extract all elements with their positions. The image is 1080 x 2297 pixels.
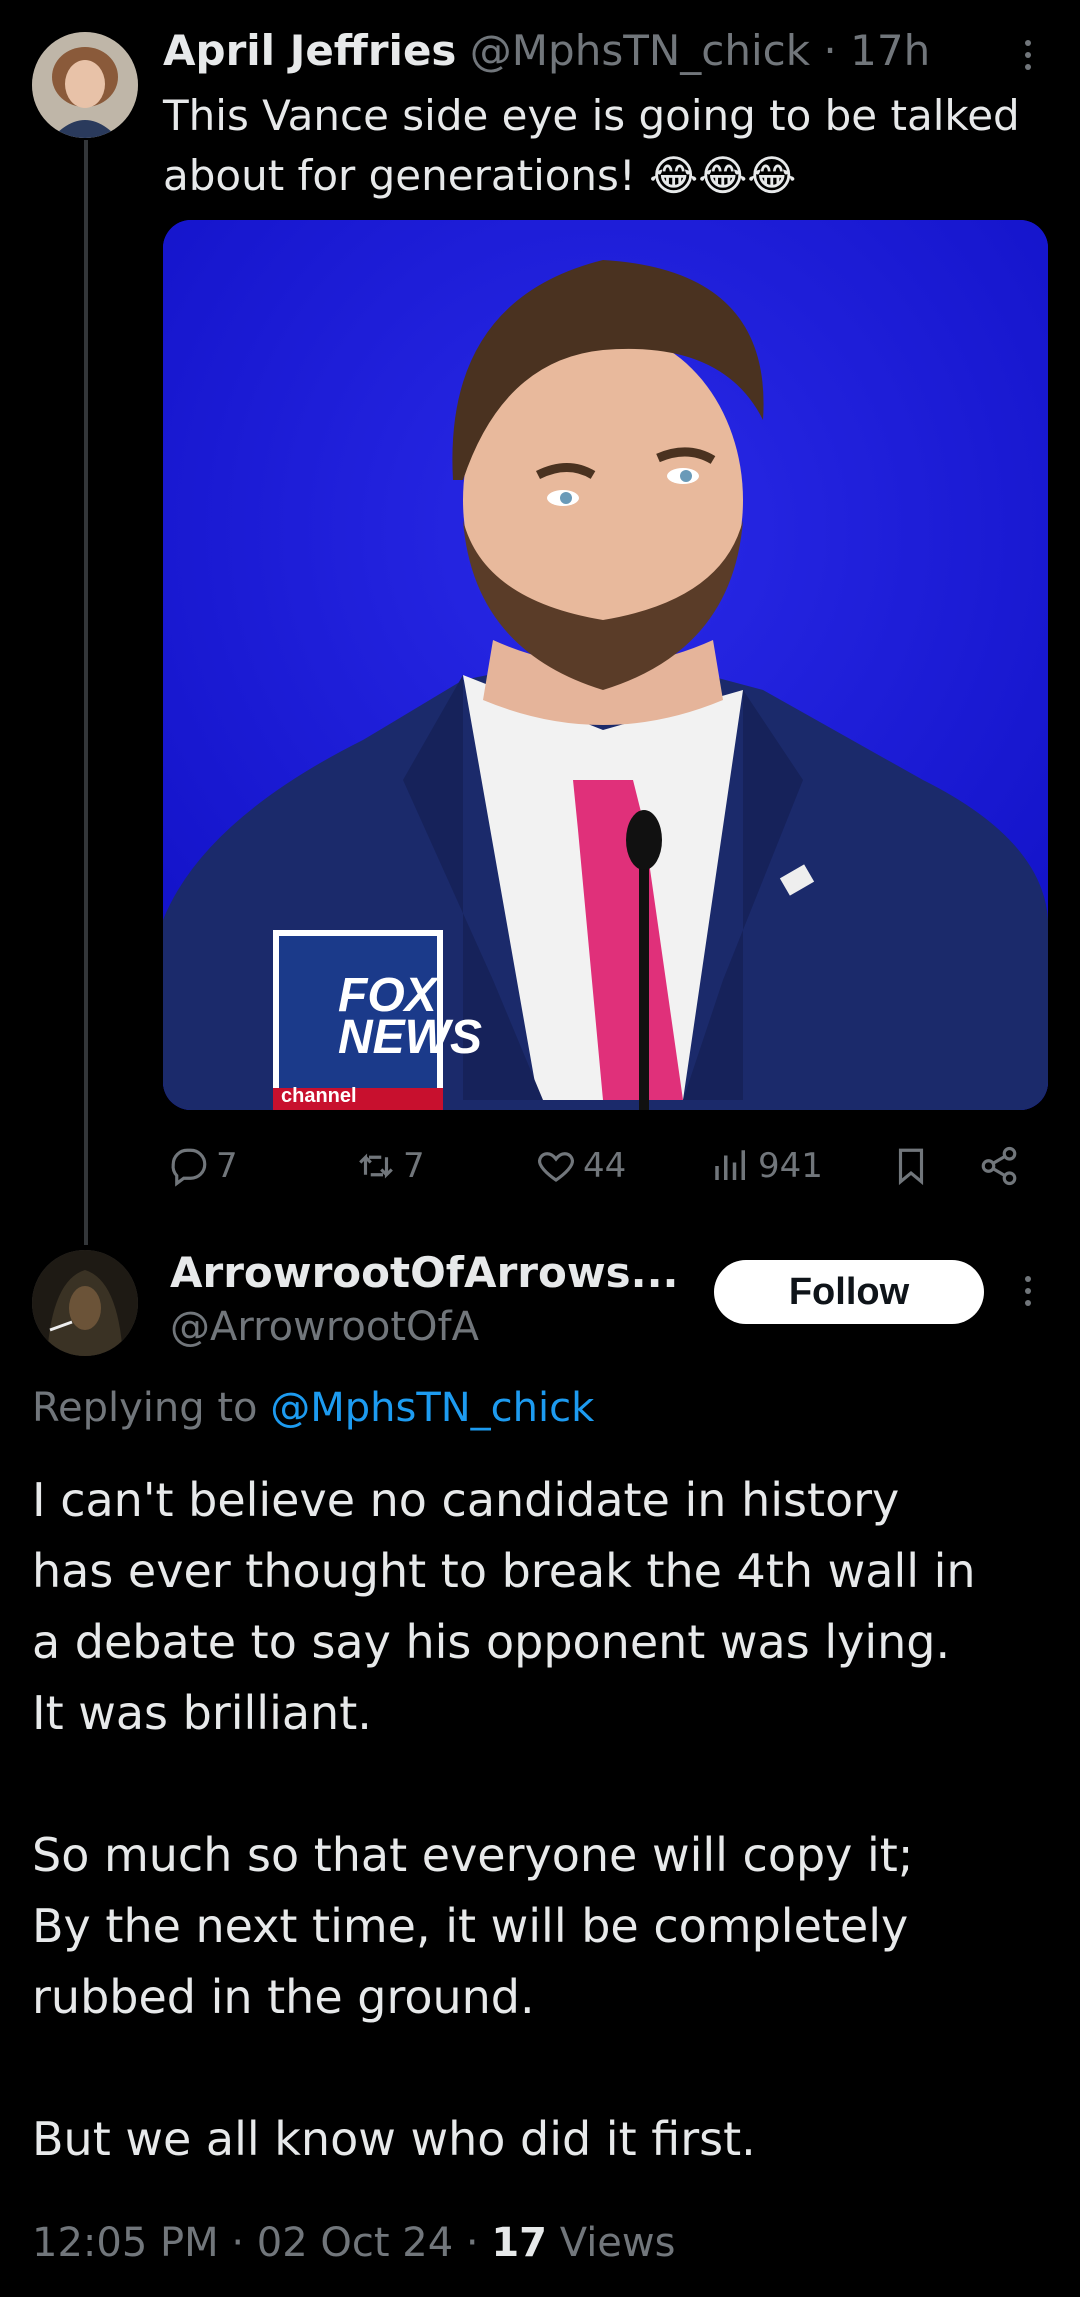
heart-icon: [538, 1152, 574, 1182]
reply-views-count: 17: [491, 2220, 547, 2266]
reply-line: I can't believe no candidate in history: [32, 1473, 900, 1527]
reply-meta: 12:05 PM · 02 Oct 24 · 17 Views: [32, 2220, 675, 2266]
tweet-text-line: about for generations! 😂😂😂: [163, 151, 797, 200]
logo-channel: channel: [281, 1085, 357, 1107]
like-count: 44: [583, 1146, 627, 1186]
reply-line: has ever thought to break the 4th wall i…: [32, 1544, 976, 1598]
tweet-header: April Jeffries @MphsTN_chick · 17h: [163, 26, 930, 75]
reply-button[interactable]: 7: [168, 1145, 238, 1187]
reply-views-label: Views: [559, 2220, 676, 2266]
reply-line: rubbed in the ground.: [32, 1970, 535, 2024]
author-name[interactable]: April Jeffries: [163, 26, 456, 75]
reply-line: By the next time, it will be completely: [32, 1899, 909, 1953]
bookmark-button[interactable]: [890, 1145, 932, 1187]
like-button[interactable]: 44: [535, 1145, 626, 1187]
reply-line: So much so that everyone will copy it;: [32, 1828, 914, 1882]
reply-author-name[interactable]: ArrowrootOfArrows...: [170, 1248, 679, 1297]
replying-to-handle[interactable]: @MphsTN_chick: [270, 1385, 594, 1431]
thread-line: [84, 140, 88, 1245]
retweet-icon: [359, 1153, 393, 1179]
reply-timestamp[interactable]: 12:05 PM · 02 Oct 24 ·: [32, 2220, 479, 2266]
bookmark-icon: [898, 1148, 924, 1186]
tweet-image[interactable]: FOX NEWS channel: [163, 220, 1048, 1110]
retweet-count: 7: [403, 1146, 425, 1186]
follow-button[interactable]: Follow: [714, 1260, 984, 1324]
tweet-text-line: This Vance side eye is going to be talke…: [163, 91, 1020, 140]
debate-photo: [163, 220, 1048, 1110]
more-options-icon[interactable]: [1022, 40, 1034, 76]
replying-to: Replying to @MphsTN_chick: [32, 1385, 595, 1431]
reply-more-options-icon[interactable]: [1022, 1276, 1034, 1312]
views-button[interactable]: 941: [710, 1145, 823, 1187]
reply-author-handle[interactable]: @ArrowrootOfA: [170, 1304, 479, 1350]
avatar-april-jeffries[interactable]: [32, 32, 138, 138]
tweet-time[interactable]: · 17h: [823, 26, 930, 75]
retweet-button[interactable]: 7: [355, 1145, 425, 1187]
share-button[interactable]: [978, 1145, 1020, 1187]
reply-line: It was brilliant.: [32, 1686, 372, 1740]
share-icon: [981, 1146, 1017, 1186]
view-count: 941: [758, 1146, 823, 1186]
reply-line: But we all know who did it first.: [32, 2112, 756, 2166]
reply-icon: [171, 1148, 207, 1187]
reply-count: 7: [216, 1146, 238, 1186]
avatar-arrowroot[interactable]: [32, 1250, 138, 1356]
laughing-emoji: 😂😂😂: [649, 151, 797, 200]
reply-line: a debate to say his opponent was lying.: [32, 1615, 951, 1669]
reply-body: I can't believe no candidate in history …: [32, 1465, 1062, 2175]
author-handle[interactable]: @MphsTN_chick: [470, 26, 810, 75]
logo-text: FOX NEWS: [338, 969, 482, 1064]
tweet-text: This Vance side eye is going to be talke…: [163, 86, 1020, 206]
bar-chart-icon: [715, 1150, 745, 1180]
